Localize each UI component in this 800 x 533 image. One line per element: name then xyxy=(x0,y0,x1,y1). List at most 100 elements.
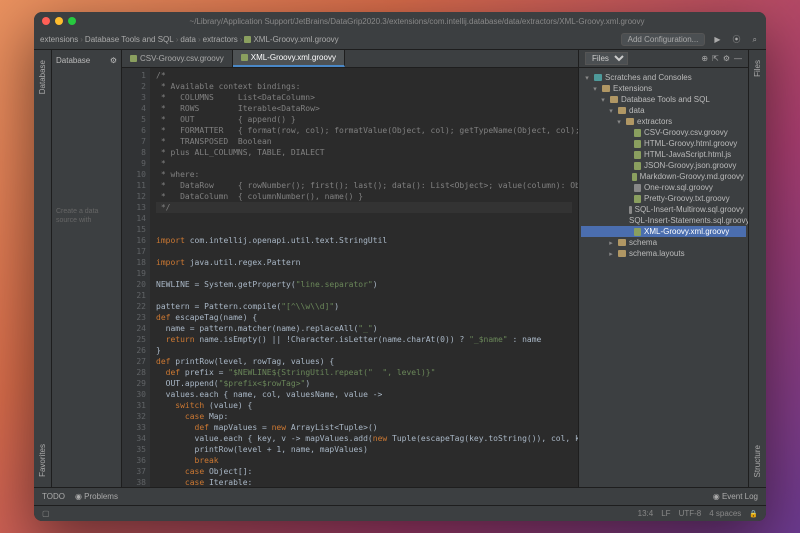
project-tree: ▾ Scratches and Consoles ▾ Extensions▾Datab… xyxy=(579,68,748,263)
groovy-file-icon xyxy=(241,54,248,61)
main-toolbar: extensions› Database Tools and SQL› data… xyxy=(34,30,766,50)
panel-gear-icon[interactable]: ⚙ xyxy=(110,56,117,65)
code-editor[interactable]: 1234567891011121314151617181920212223242… xyxy=(122,68,578,487)
folder-icon xyxy=(618,107,626,114)
minimize-icon[interactable] xyxy=(55,17,63,25)
tree-file[interactable]: XML-Groovy.xml.groovy xyxy=(581,226,746,237)
tree-folder[interactable]: ▾ Scratches and Consoles xyxy=(581,72,746,83)
line-gutter: 1234567891011121314151617181920212223242… xyxy=(122,68,150,487)
view-selector[interactable]: Files xyxy=(585,52,628,65)
tree-label: JSON-Groovy.json.groovy xyxy=(644,161,736,170)
tree-file[interactable]: HTML-JavaScript.html.js xyxy=(581,149,746,160)
tree-label: schema xyxy=(629,238,657,247)
groovy-file-icon xyxy=(244,36,251,43)
tree-label: CSV-Groovy.csv.groovy xyxy=(644,128,728,137)
tree-file[interactable]: One-row.sql.groovy xyxy=(581,182,746,193)
tree-folder[interactable]: ▸schema.layouts xyxy=(581,248,746,259)
editor-tab[interactable]: CSV-Groovy.csv.groovy xyxy=(122,50,233,67)
tree-file[interactable]: HTML-Groovy.html.groovy xyxy=(581,138,746,149)
tree-folder[interactable]: ▾data xyxy=(581,105,746,116)
tree-label: Pretty-Groovy.txt.groovy xyxy=(644,194,730,203)
folder-icon xyxy=(618,239,626,246)
breadcrumb: extensions› Database Tools and SQL› data… xyxy=(40,35,615,44)
cursor-position[interactable]: 13:4 xyxy=(638,509,654,518)
line-separator[interactable]: LF xyxy=(661,509,670,518)
database-panel-hint: Create a data source with xyxy=(56,207,117,225)
tab-label: CSV-Groovy.csv.groovy xyxy=(140,54,224,63)
folder-icon xyxy=(626,118,634,125)
tree-label: extractors xyxy=(637,117,672,126)
status-bar: ▢ 13:4 LF UTF-8 4 spaces xyxy=(34,505,766,521)
tree-label: Extensions xyxy=(613,84,652,93)
groovy-file-icon xyxy=(130,55,137,62)
code-content[interactable]: /* * Available context bindings: * COLUM… xyxy=(150,68,578,487)
breadcrumb-item[interactable]: Database Tools and SQL xyxy=(85,35,174,44)
tree-file[interactable]: SQL-Insert-Multirow.sql.groovy xyxy=(581,204,746,215)
file-icon xyxy=(634,140,641,148)
disclosure-icon[interactable]: ▾ xyxy=(599,96,607,104)
file-icon xyxy=(634,184,641,192)
lock-icon[interactable] xyxy=(749,509,758,518)
tab-label: XML-Groovy.xml.groovy xyxy=(251,53,336,62)
tree-label: HTML-JavaScript.html.js xyxy=(644,150,731,159)
right-tool-strip: Files Structure xyxy=(748,50,766,487)
file-icon xyxy=(629,206,632,214)
locate-icon[interactable]: ⊕ xyxy=(701,54,708,63)
file-icon xyxy=(634,195,641,203)
database-tool-tab[interactable]: Database xyxy=(36,54,49,100)
disclosure-icon[interactable]: ▾ xyxy=(607,107,615,115)
file-icon xyxy=(634,162,641,170)
database-panel: Database ⚙ Create a data source with xyxy=(52,50,122,487)
file-icon xyxy=(634,228,641,236)
problems-tab[interactable]: ◉ Problems xyxy=(75,492,118,501)
tree-folder[interactable]: ▾ Extensions xyxy=(581,83,746,94)
maximize-icon[interactable] xyxy=(68,17,76,25)
add-configuration-button[interactable]: Add Configuration... xyxy=(621,33,706,46)
titlebar: ~/Library/Application Support/JetBrains/… xyxy=(34,12,766,30)
event-log-tab[interactable]: ◉ Event Log xyxy=(713,492,758,501)
search-icon[interactable]: ⌕ xyxy=(750,35,760,45)
structure-tool-tab[interactable]: Structure xyxy=(751,439,764,483)
editor-tab[interactable]: XML-Groovy.xml.groovy xyxy=(233,50,345,67)
file-encoding[interactable]: UTF-8 xyxy=(679,509,702,518)
tree-label: Scratches and Consoles xyxy=(605,73,692,82)
todo-tab[interactable]: TODO xyxy=(42,492,65,501)
tree-file[interactable]: JSON-Groovy.json.groovy xyxy=(581,160,746,171)
window-controls xyxy=(42,17,76,25)
database-panel-title: Database ⚙ xyxy=(56,54,117,67)
files-tool-tab[interactable]: Files xyxy=(751,54,764,83)
indent-settings[interactable]: 4 spaces xyxy=(709,509,741,518)
file-icon xyxy=(632,173,637,181)
hide-panel-icon[interactable]: — xyxy=(734,54,742,63)
close-icon[interactable] xyxy=(42,17,50,25)
collapse-icon[interactable]: ⇱ xyxy=(712,54,719,63)
status-toggle-icon[interactable]: ▢ xyxy=(42,509,50,518)
disclosure-icon[interactable]: ▾ xyxy=(591,85,599,93)
tree-file[interactable]: SQL-Insert-Statements.sql.groovy xyxy=(581,215,746,226)
folder-icon xyxy=(602,85,610,92)
tree-file[interactable]: Pretty-Groovy.txt.groovy xyxy=(581,193,746,204)
favorites-tool-tab[interactable]: Favorites xyxy=(36,438,49,483)
gear-icon[interactable]: ⚙ xyxy=(723,54,730,63)
tree-folder[interactable]: ▾ extractors xyxy=(581,116,746,127)
disclosure-icon[interactable]: ▸ xyxy=(607,239,615,247)
folder-icon xyxy=(618,250,626,257)
disclosure-icon[interactable]: ▾ xyxy=(615,118,623,126)
breadcrumb-item[interactable]: XML-Groovy.xml.groovy xyxy=(244,35,338,44)
ide-window: ~/Library/Application Support/JetBrains/… xyxy=(34,12,766,521)
debug-icon[interactable]: ⦿ xyxy=(730,34,744,45)
breadcrumb-item[interactable]: extensions xyxy=(40,35,78,44)
tree-file[interactable]: CSV-Groovy.csv.groovy xyxy=(581,127,746,138)
breadcrumb-item[interactable]: data xyxy=(180,35,196,44)
tree-folder[interactable]: ▸ schema xyxy=(581,237,746,248)
disclosure-icon[interactable]: ▸ xyxy=(607,250,615,258)
bottom-tool-bar: TODO ◉ Problems ◉ Event Log xyxy=(34,487,766,505)
tree-file[interactable]: Markdown-Groovy.md.groovy xyxy=(581,171,746,182)
files-panel: Files ⊕ ⇱ ⚙ — ▾ Scratches and Consoles ▾ Ex… xyxy=(578,50,748,487)
run-icon[interactable]: ▶ xyxy=(711,35,723,44)
tree-label: HTML-Groovy.html.groovy xyxy=(644,139,737,148)
disclosure-icon[interactable]: ▾ xyxy=(583,74,591,82)
breadcrumb-item[interactable]: extractors xyxy=(203,35,238,44)
left-tool-strip: Database Favorites xyxy=(34,50,52,487)
tree-folder[interactable]: ▾Database Tools and SQL xyxy=(581,94,746,105)
